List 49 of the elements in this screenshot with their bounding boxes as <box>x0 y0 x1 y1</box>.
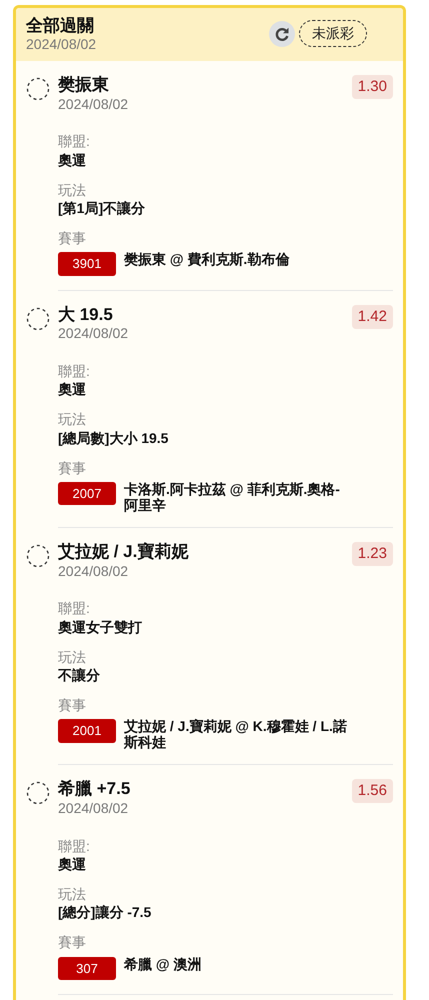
selection-name: 艾拉妮 / J.寶莉妮 <box>58 542 188 563</box>
field-label: 玩法 <box>58 410 87 429</box>
selection-name: 樊振東 <box>58 75 110 96</box>
field-label: 聯盟: <box>58 836 91 855</box>
field-label: 玩法 <box>58 180 87 199</box>
field-value: [第1局]不讓分 <box>58 198 146 218</box>
event-code-badge: 307 <box>58 956 116 980</box>
field-label: 賽事 <box>58 458 87 477</box>
field-value: [總局數]大小 19.5 <box>58 428 170 447</box>
field-label: 聯盟: <box>58 132 91 151</box>
event-code-badge: 2001 <box>58 719 116 743</box>
field-label: 聯盟: <box>58 362 91 380</box>
selection-name: 大 19.5 <box>58 304 114 326</box>
refresh-icon <box>274 26 290 42</box>
field-label: 玩法 <box>58 648 87 666</box>
field-value: [總分]讓分 -7.5 <box>58 903 152 922</box>
leg-date: 2024/08/02 <box>58 800 130 817</box>
odds-badge: 1.56 <box>352 779 393 804</box>
leg-date: 2024/08/02 <box>58 96 128 112</box>
field-value: 奧運女子雙打 <box>58 618 143 636</box>
event-name: 艾拉妮 / J.寶莉妮 @ K.穆霍娃 / L.諾斯科娃 <box>124 718 348 750</box>
leg-date: 2024/08/02 <box>58 562 130 580</box>
field-value: 奧運 <box>58 380 87 398</box>
event-name: 希臘 @ 澳洲 <box>124 956 202 972</box>
odds-badge: 1.30 <box>352 75 393 100</box>
event-name: 樊振東 @ 費利克斯.勒布倫 <box>124 251 290 268</box>
field-value: 奧運 <box>58 150 87 169</box>
field-label: 聯盟: <box>58 599 91 618</box>
bet-title: 全部過關 <box>26 16 95 36</box>
field-label: 賽事 <box>58 933 87 952</box>
field-label: 賽事 <box>58 229 87 248</box>
field-value: 不讓分 <box>58 666 101 684</box>
pending-icon <box>26 781 50 806</box>
refresh-button[interactable] <box>269 20 295 46</box>
field-label: 賽事 <box>58 696 87 714</box>
event-name: 卡洛斯.阿卡拉茲 @ 菲利克斯.奧格-阿里辛 <box>124 480 341 514</box>
pending-icon <box>26 544 50 568</box>
event-code-badge: 3901 <box>58 252 116 276</box>
field-value: 奧運 <box>58 854 87 873</box>
odds-badge: 1.42 <box>352 304 393 329</box>
pending-icon <box>26 77 50 102</box>
status-badge: 未派彩 <box>299 20 367 47</box>
odds-badge: 1.23 <box>352 542 393 566</box>
leg-date: 2024/08/02 <box>58 325 128 342</box>
event-code-badge: 2007 <box>58 482 116 506</box>
bet-date: 2024/08/02 <box>26 36 96 54</box>
selection-name: 希臘 +7.5 <box>58 779 130 800</box>
pending-icon <box>26 306 50 331</box>
field-label: 玩法 <box>58 885 87 904</box>
